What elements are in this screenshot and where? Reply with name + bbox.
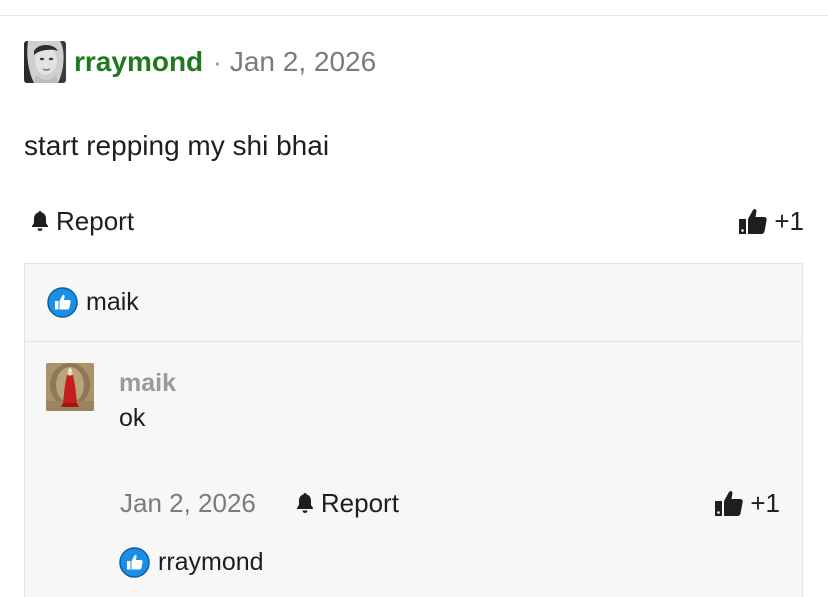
- reply-date[interactable]: Jan 2, 2026: [120, 488, 256, 519]
- reply-liker-name[interactable]: rraymond: [158, 548, 264, 577]
- bell-icon: [32, 211, 48, 231]
- reply-plus-one-button[interactable]: +1: [714, 488, 780, 519]
- post-body: start repping my shi bhai: [24, 130, 330, 161]
- post-date[interactable]: Jan 2, 2026: [230, 46, 376, 78]
- post-actions: Report +1: [28, 203, 804, 239]
- reply-plus-one-label: +1: [750, 487, 780, 518]
- plus-one-label: +1: [774, 205, 804, 236]
- reply-avatar[interactable]: [46, 363, 94, 411]
- bell-icon: [296, 493, 313, 513]
- reply-text: ok: [119, 404, 146, 432]
- reply: maik ok Jan 2, 2026 Report +1 rraymond: [25, 342, 802, 597]
- report-button[interactable]: Report: [28, 206, 134, 237]
- thumbs-up-icon: [739, 209, 768, 234]
- reply-avatar-image: [46, 363, 94, 411]
- plus-one-button[interactable]: +1: [738, 206, 804, 237]
- reply-liker: rraymond: [119, 547, 264, 578]
- avatar-image: [24, 41, 66, 83]
- header-separator: ·: [213, 46, 222, 77]
- like-badge-icon: [47, 287, 78, 318]
- forum-post-page: rraymond · Jan 2, 2026 start repping my …: [0, 0, 828, 597]
- reply-author[interactable]: maik: [119, 369, 176, 398]
- reply-report-button[interactable]: Report: [293, 488, 399, 519]
- reply-actions: Jan 2, 2026 Report +1: [120, 485, 780, 521]
- author-name[interactable]: rraymond: [74, 46, 203, 78]
- avatar[interactable]: [24, 41, 66, 83]
- post-header: rraymond · Jan 2, 2026: [24, 41, 376, 83]
- like-badge-icon: [119, 547, 150, 578]
- liker-name[interactable]: maik: [86, 288, 139, 317]
- reply-report-label: Report: [320, 487, 399, 518]
- reactions-box: maik maik ok Jan 2, 2026 Report +1 rraym…: [24, 263, 803, 597]
- thumbs-up-icon: [715, 491, 744, 516]
- report-label: Report: [56, 205, 135, 236]
- post-liker: maik: [47, 287, 139, 318]
- top-divider: [0, 15, 828, 16]
